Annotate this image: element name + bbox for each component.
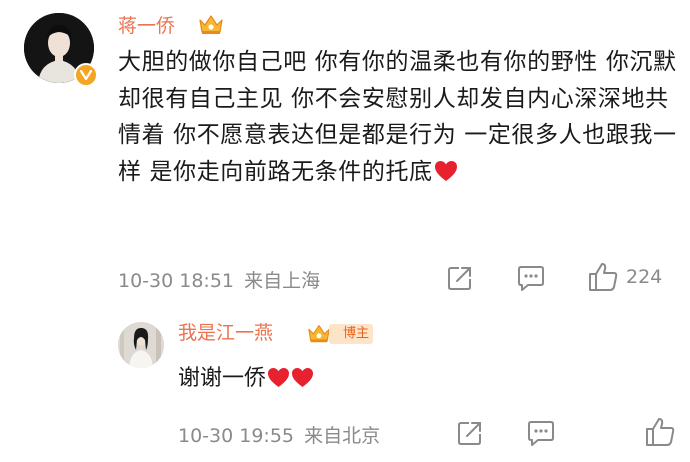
- like-icon[interactable]: [644, 416, 676, 448]
- verified-v-icon: [74, 63, 98, 87]
- heart-emoji-icon: [292, 367, 314, 388]
- share-icon[interactable]: [456, 419, 484, 447]
- reply-timestamp: 10-30 19:55: [178, 425, 295, 447]
- comment-text: 大胆的做你自己吧 你有你的温柔也有你的野性 你沉默却很有自己主见 你不会安慰别人…: [118, 49, 677, 185]
- reply-meta: 10-30 19:55 来自北京: [178, 421, 380, 448]
- replier-username[interactable]: 我是江一燕: [178, 318, 273, 345]
- comment-body: 大胆的做你自己吧 你有你的温柔也有你的野性 你沉默却很有自己主见 你不会安慰别人…: [118, 44, 678, 190]
- heart-emoji-icon: [434, 160, 457, 181]
- reply-body: 谢谢一侨: [178, 360, 314, 392]
- comment-icon[interactable]: [526, 419, 556, 447]
- share-icon[interactable]: [446, 264, 474, 292]
- comment-timestamp: 10-30 18:51: [118, 270, 235, 292]
- replier-avatar-image: [118, 322, 164, 368]
- crown-icon: [308, 325, 330, 343]
- crown-icon: [199, 15, 223, 34]
- blogger-badge: 博主: [329, 324, 374, 344]
- like-icon[interactable]: [587, 261, 619, 293]
- reply-location: 来自北京: [304, 425, 381, 447]
- reply-text: 谢谢一侨: [178, 366, 267, 391]
- commenter-username[interactable]: 蒋一侨: [118, 11, 175, 38]
- comment-meta: 10-30 18:51 来自上海: [118, 266, 320, 293]
- like-count: 224: [626, 266, 663, 288]
- replier-avatar[interactable]: [118, 322, 164, 368]
- comment-location: 来自上海: [244, 270, 321, 292]
- heart-emoji-icon: [268, 367, 290, 388]
- comment-icon[interactable]: [516, 264, 546, 292]
